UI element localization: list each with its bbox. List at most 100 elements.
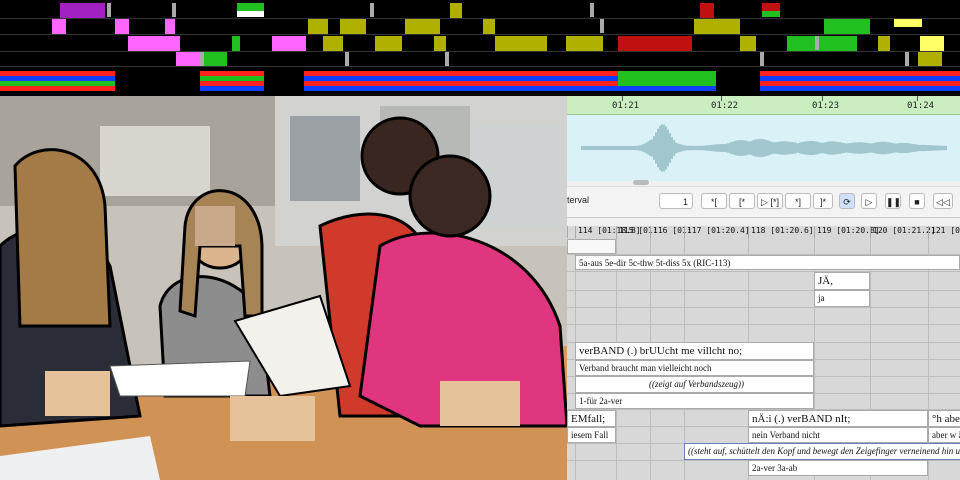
video-player[interactable] <box>0 96 567 480</box>
timeline-marker[interactable] <box>600 19 604 33</box>
play-next-button[interactable]: *] <box>785 193 811 209</box>
timeline-segment[interactable] <box>618 71 716 76</box>
timeline-marker[interactable] <box>590 3 594 17</box>
timeline-segment[interactable] <box>762 11 780 17</box>
translation-cell[interactable]: iesem Fall <box>567 427 616 443</box>
timeline-segment[interactable] <box>0 81 115 86</box>
timeline-segment[interactable] <box>618 86 716 91</box>
timeline-segment[interactable] <box>304 71 618 76</box>
timeline-segment[interactable] <box>918 52 942 66</box>
timeline-segment[interactable] <box>618 81 716 86</box>
timeline-segment[interactable] <box>304 81 618 86</box>
timeline-segment[interactable] <box>0 86 115 91</box>
play-prev2-button[interactable]: [* <box>729 193 755 209</box>
tier-timeline[interactable] <box>0 0 960 96</box>
timeline-segment[interactable] <box>237 3 264 11</box>
timeline-segment[interactable] <box>375 36 402 51</box>
timeline-segment[interactable] <box>894 19 922 27</box>
timeline-segment[interactable] <box>483 19 495 34</box>
transcript-cell[interactable]: verBAND (.) brUUcht me villcht no; <box>575 342 814 360</box>
timeline-segment[interactable] <box>566 36 603 51</box>
timeline-segment[interactable] <box>0 71 115 76</box>
timeline-segment[interactable] <box>700 3 714 18</box>
empty-cell[interactable] <box>567 239 616 254</box>
rewind-icon[interactable]: ◁◁ <box>933 193 953 209</box>
timeline-segment[interactable] <box>740 36 756 51</box>
partitur-grid[interactable]: 114 [01:18.8] 115 [01: 116 [01: 117 [01:… <box>567 226 960 480</box>
timeline-marker[interactable] <box>370 3 374 17</box>
loop-icon[interactable]: ⟳ <box>839 193 855 209</box>
pause-icon[interactable]: ❚❚ <box>885 193 901 209</box>
timeline-segment[interactable] <box>495 36 547 51</box>
timeline-marker[interactable] <box>172 3 176 17</box>
play-next2-button[interactable]: ]* <box>813 193 833 209</box>
translation-cell[interactable]: Verband braucht man vielleicht noch <box>575 360 814 376</box>
timeline-marker[interactable] <box>445 52 449 66</box>
timeline-segment[interactable] <box>60 3 105 18</box>
timeline-segment[interactable] <box>128 36 180 51</box>
timeline-segment[interactable] <box>878 36 890 51</box>
timeline-segment[interactable] <box>232 36 240 51</box>
play-selection-button[interactable]: ▷ [*] <box>757 193 783 209</box>
timeline-segment[interactable] <box>760 71 960 76</box>
timeline-marker[interactable] <box>200 52 204 66</box>
translation-cell[interactable]: ja <box>814 290 870 307</box>
timeline-segment[interactable] <box>200 76 264 81</box>
transcript-cell[interactable]: °h abe <box>928 410 960 427</box>
timeline-segment[interactable] <box>787 36 857 51</box>
timeline-segment[interactable] <box>450 3 462 18</box>
timeline-segment[interactable] <box>323 36 343 51</box>
timeline-segment[interactable] <box>694 19 740 34</box>
timeline-segment[interactable] <box>237 11 264 17</box>
translation-cell[interactable]: nein Verband nicht <box>748 427 928 443</box>
timeline-segment[interactable] <box>824 19 870 34</box>
translation-cell[interactable]: aber w ä <box>928 427 960 443</box>
timeline-segment[interactable] <box>308 19 328 34</box>
timeline-segment[interactable] <box>200 71 264 76</box>
timeline-segment[interactable] <box>762 3 780 11</box>
timeline-segment[interactable] <box>200 52 227 66</box>
code-cell[interactable]: 2a-ver 3a-ab <box>748 460 928 476</box>
timeline-segment[interactable] <box>200 86 264 91</box>
gesture-cell[interactable]: ((zeigt auf Verbandszeug)) <box>575 376 814 393</box>
timeline-segment[interactable] <box>760 86 960 91</box>
timeline-segment[interactable] <box>0 76 115 81</box>
timeline-segment[interactable] <box>176 52 200 66</box>
timeline-segment[interactable] <box>304 76 618 81</box>
timeline-segment[interactable] <box>405 19 440 34</box>
scroll-handle[interactable] <box>633 180 649 185</box>
timeline-segment[interactable] <box>434 36 446 51</box>
column-header: 118 [01:20.6] <box>748 226 814 238</box>
time-ruler[interactable]: 01:21 01:22 01:23 01:24 <box>567 96 960 115</box>
timeline-marker[interactable] <box>905 52 909 66</box>
code-cell[interactable]: 5a-aus 5e-dir 5c-thw 5t-diss 5x (RIC-113… <box>575 255 960 270</box>
timeline-marker[interactable] <box>815 36 819 50</box>
timeline-segment[interactable] <box>304 86 618 91</box>
timeline-canvas[interactable] <box>0 0 960 96</box>
gesture-cell[interactable]: ((steht auf, schüttelt den Kopf und bewe… <box>684 443 960 460</box>
timeline-segment[interactable] <box>52 19 66 34</box>
timeline-segment[interactable] <box>920 36 944 51</box>
timeline-marker[interactable] <box>345 52 349 66</box>
timeline-segment[interactable] <box>115 19 129 34</box>
timeline-segment[interactable] <box>200 81 264 86</box>
timeline-marker[interactable] <box>107 3 111 17</box>
play-prev-button[interactable]: *[ <box>701 193 727 209</box>
timeline-segment[interactable] <box>165 19 175 34</box>
transcript-cell[interactable]: EMfall; <box>567 410 616 427</box>
timeline-segment[interactable] <box>760 76 960 81</box>
timeline-segment[interactable] <box>340 19 366 34</box>
audio-waveform[interactable] <box>567 115 960 181</box>
timeline-segment[interactable] <box>272 36 306 51</box>
transcript-cell[interactable]: JÄ, <box>814 272 870 290</box>
timeline-marker[interactable] <box>760 52 764 66</box>
timeline-segment[interactable] <box>760 81 960 86</box>
play-icon[interactable]: ▷ <box>861 193 877 209</box>
transcript-cell[interactable]: nÄ:i (.) verBAND nIt; <box>748 410 928 427</box>
code-cell[interactable]: 1-für 2a-ver <box>575 393 814 409</box>
stop-icon[interactable]: ■ <box>909 193 925 209</box>
timeline-segment[interactable] <box>618 36 692 51</box>
counter-input[interactable]: 1 <box>659 193 693 209</box>
transcription-editor: 01:21 01:22 01:23 01:24 terval 1 *[ [* ▷… <box>567 96 960 480</box>
timeline-segment[interactable] <box>618 76 716 81</box>
